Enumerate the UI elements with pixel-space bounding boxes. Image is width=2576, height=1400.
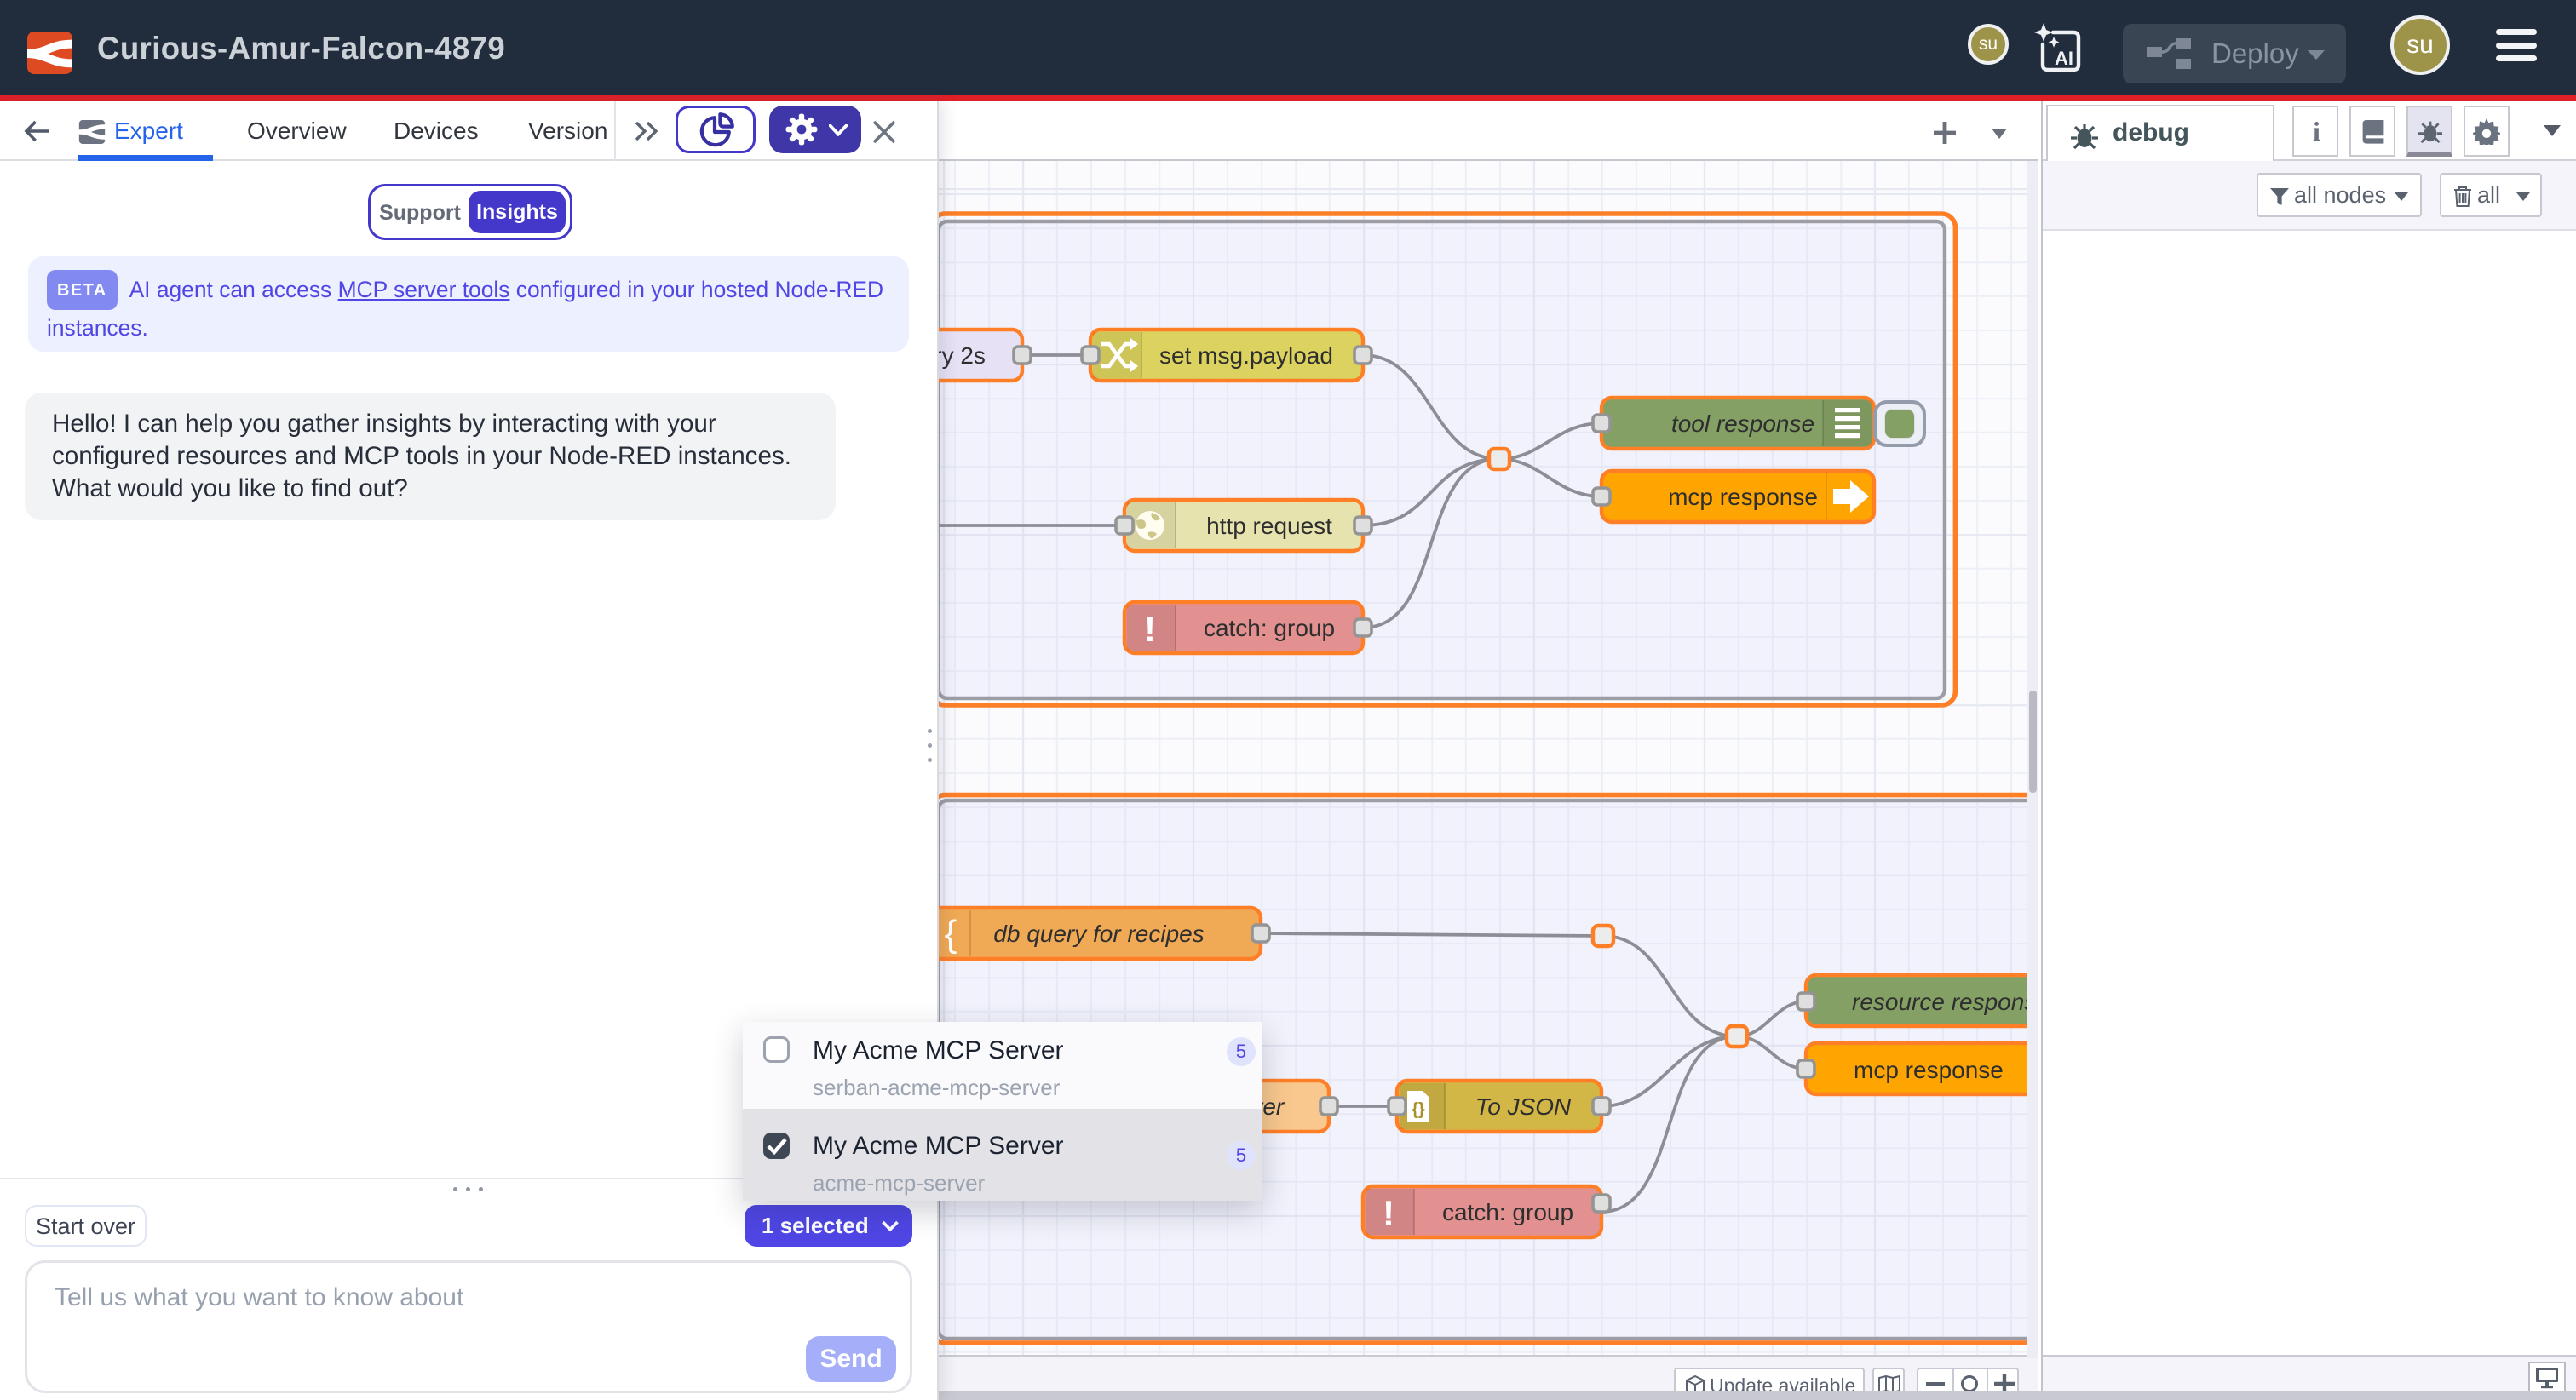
svg-text:catch: group: catch: group bbox=[1442, 1199, 1573, 1225]
svg-text:{: { bbox=[945, 913, 957, 955]
svg-text:resource response: resource response bbox=[1852, 989, 2038, 1015]
svg-text:db query for recipes: db query for recipes bbox=[993, 921, 1204, 947]
svg-text:catch: group: catch: group bbox=[1204, 615, 1335, 641]
svg-text:mcp response: mcp response bbox=[1668, 484, 1818, 510]
svg-text:{}: {} bbox=[1412, 1100, 1425, 1119]
svg-text:AI: AI bbox=[2055, 48, 2073, 69]
svg-text:set msg.payload: set msg.payload bbox=[1159, 342, 1333, 369]
svg-text:!: ! bbox=[1144, 609, 1156, 649]
svg-text:http request: http request bbox=[1206, 513, 1332, 539]
svg-text:tool response: tool response bbox=[1671, 410, 1814, 437]
svg-text:To JSON: To JSON bbox=[1475, 1093, 1572, 1120]
svg-text:mcp response: mcp response bbox=[1854, 1057, 2004, 1083]
svg-text:!: ! bbox=[1383, 1193, 1394, 1233]
svg-text:every 2s: every 2s bbox=[937, 342, 986, 369]
